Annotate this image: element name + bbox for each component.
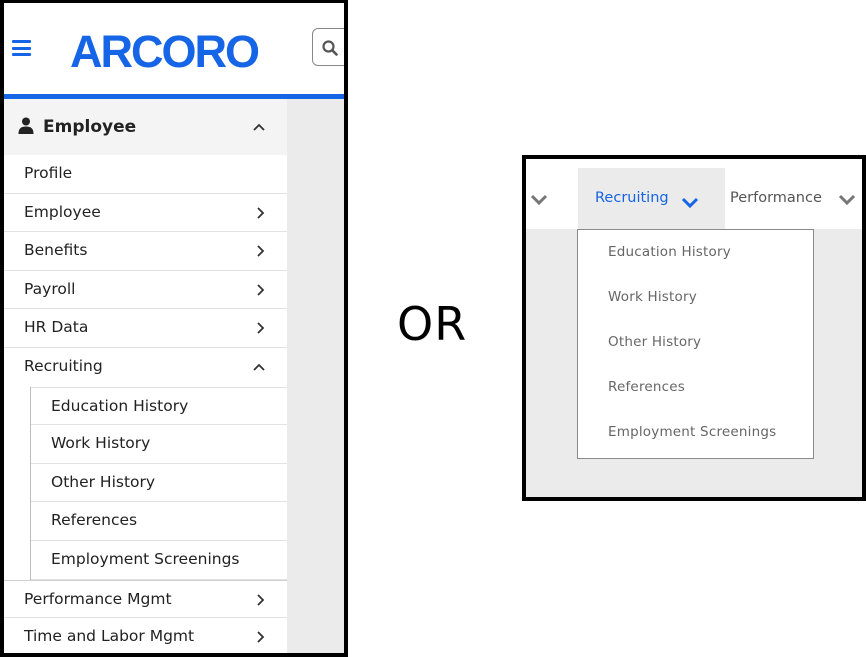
submenu-item-other-history[interactable]: Other History: [31, 464, 287, 503]
tab-recruiting[interactable]: Recruiting: [578, 168, 725, 229]
dropdown-item-education-history[interactable]: Education History: [608, 244, 731, 260]
sidebar-item-label: Time and Labor Mgmt: [24, 627, 195, 646]
submenu-item-label: References: [51, 511, 138, 530]
chevron-right-icon: [257, 322, 265, 335]
submenu-item-label: Other History: [51, 472, 156, 491]
sidebar-header-employee[interactable]: Employee: [4, 99, 287, 155]
sidebar-header-title: Employee: [43, 117, 137, 137]
chevron-down-icon[interactable]: [530, 194, 548, 205]
desktop-view-panel: Recruiting Performance Education History…: [522, 155, 866, 501]
submenu-item-label: Employment Screenings: [51, 549, 240, 568]
submenu-item-education-history[interactable]: Education History: [31, 386, 287, 426]
arcoro-logo[interactable]: ARCORO: [70, 25, 270, 75]
tab-recruiting-label: Recruiting: [595, 190, 669, 206]
chevron-right-icon: [257, 206, 265, 219]
sidebar-item-recruiting[interactable]: Recruiting: [4, 348, 287, 387]
top-bar: ARCORO: [4, 3, 344, 94]
sidebar-item-employee[interactable]: Employee: [4, 194, 287, 233]
or-separator: OR: [397, 297, 468, 351]
submenu-item-work-history[interactable]: Work History: [31, 425, 287, 464]
dropdown-item-work-history[interactable]: Work History: [608, 289, 697, 305]
dropdown-item-employment-screenings[interactable]: Employment Screenings: [608, 424, 776, 440]
tab-performance[interactable]: Performance: [730, 190, 822, 206]
top-nav-bar: Recruiting Performance: [526, 159, 862, 229]
mobile-view-panel: ARCORO Employee Profile Employee Benefit…: [0, 0, 348, 657]
sidebar-item-performance-mgmt[interactable]: Performance Mgmt: [4, 579, 287, 619]
recruiting-submenu: Education History Work History Other His…: [30, 386, 287, 580]
recruiting-dropdown-menu: Education History Work History Other His…: [577, 229, 814, 459]
sidebar-menu: Employee Profile Employee Benefits Payro…: [4, 99, 287, 653]
sidebar-item-label: Performance Mgmt: [24, 589, 172, 608]
sidebar-item-benefits[interactable]: Benefits: [4, 232, 287, 271]
sidebar-item-label: Payroll: [24, 279, 76, 298]
dropdown-item-other-history[interactable]: Other History: [608, 334, 701, 350]
chevron-right-icon: [257, 631, 265, 643]
sidebar-item-payroll[interactable]: Payroll: [4, 271, 287, 310]
chevron-right-icon: [257, 284, 265, 296]
dropdown-item-references[interactable]: References: [608, 379, 685, 395]
sidebar-item-profile[interactable]: Profile: [4, 155, 287, 194]
chevron-down-icon[interactable]: [838, 194, 856, 205]
sidebar-item-label: Benefits: [24, 241, 88, 260]
submenu-item-label: Work History: [51, 434, 151, 453]
sidebar-item-hr-data[interactable]: HR Data: [4, 309, 287, 348]
submenu-item-references[interactable]: References: [31, 502, 287, 541]
submenu-item-employment-screenings[interactable]: Employment Screenings: [31, 541, 287, 580]
sidebar-item-time-and-labor-mgmt[interactable]: Time and Labor Mgmt: [4, 618, 287, 653]
sidebar-item-label: Recruiting: [24, 356, 103, 375]
chevron-up-icon: [253, 363, 265, 371]
chevron-up-icon: [253, 123, 265, 131]
logo-text: ARCORO: [70, 26, 259, 75]
person-icon: [18, 117, 34, 134]
hamburger-icon[interactable]: [12, 40, 31, 56]
sidebar-item-label: Profile: [24, 164, 73, 182]
search-button[interactable]: [312, 28, 344, 66]
sidebar-item-label: Employee: [24, 202, 101, 221]
sidebar-item-label: HR Data: [24, 318, 89, 337]
submenu-item-label: Education History: [51, 396, 189, 415]
chevron-right-icon: [257, 593, 265, 606]
chevron-right-icon: [257, 245, 265, 257]
search-icon: [322, 40, 338, 56]
chevron-down-icon: [681, 197, 699, 208]
